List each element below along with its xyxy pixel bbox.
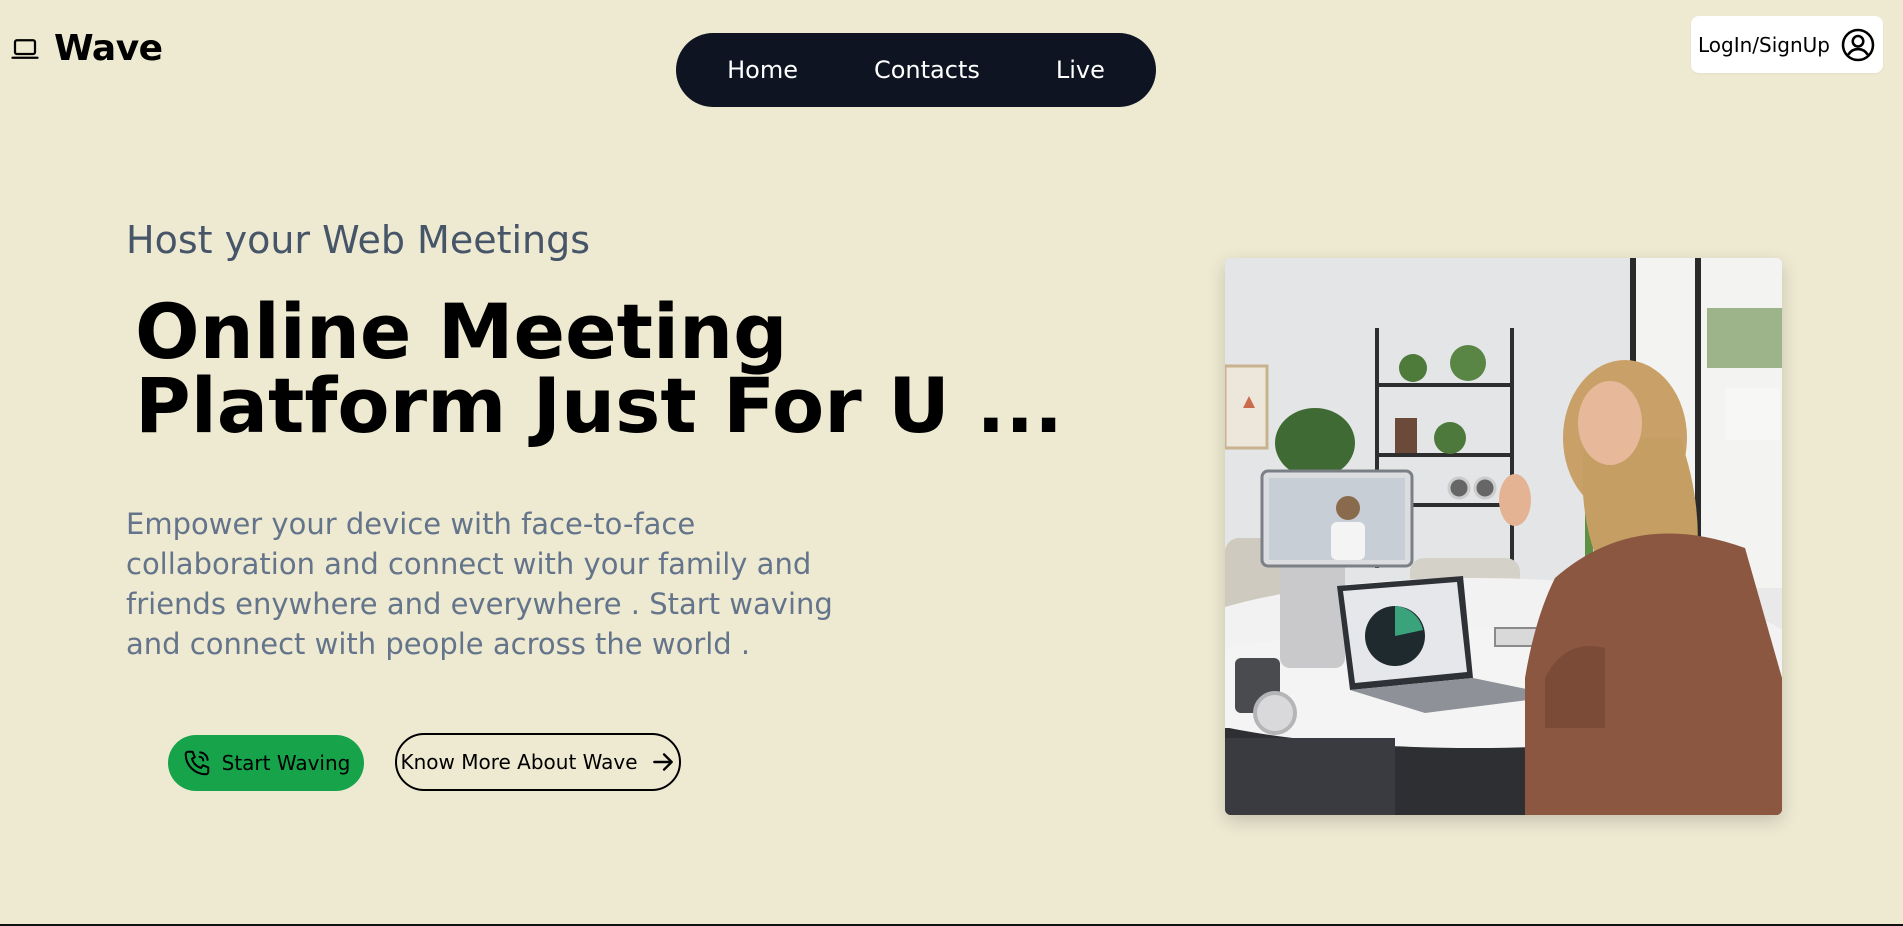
hero-description: Empower your device with face-to-face co… [126, 507, 833, 661]
user-circle-icon [1841, 28, 1875, 61]
main-nav: Home Contacts Live [676, 33, 1156, 107]
nav-contacts[interactable]: Contacts [836, 33, 1018, 107]
nav-home[interactable]: Home [689, 33, 836, 107]
nav-live[interactable]: Live [1018, 33, 1143, 107]
phone-icon [184, 750, 209, 776]
hero-headline: Online Meeting Platform Just For U ... [135, 294, 1063, 444]
brand-logo[interactable]: Wave [10, 28, 163, 69]
brand-name: Wave [54, 28, 163, 69]
arrow-right-icon [652, 753, 673, 771]
know-more-label: Know More About Wave [400, 750, 638, 774]
login-signup-label: LogIn/SignUp [1698, 32, 1830, 57]
laptop-icon [11, 38, 39, 59]
hero-headline-line2: Platform Just For U ... [135, 361, 1063, 450]
know-more-button[interactable]: Know More About Wave [395, 733, 681, 791]
start-waving-button[interactable]: Start Waving [168, 735, 364, 791]
hero-subtitle: Host your Web Meetings [126, 218, 591, 262]
woman-video-call-photo [1225, 258, 1782, 815]
start-waving-label: Start Waving [221, 751, 351, 775]
login-signup-button[interactable]: LogIn/SignUp [1691, 16, 1883, 73]
